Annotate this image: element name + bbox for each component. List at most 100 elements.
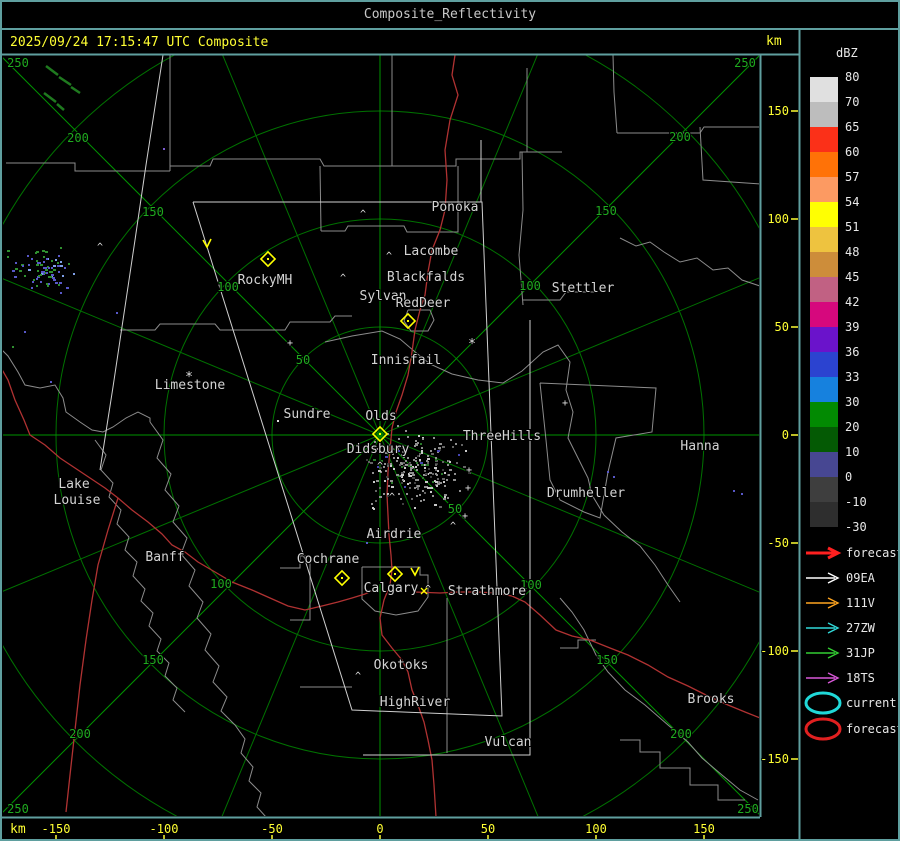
echo-dot [7, 250, 10, 252]
echo-dot [432, 473, 434, 475]
echo-dot [426, 464, 429, 466]
app-window: Composite_Reflectivity 2025/09/24 17:15:… [0, 0, 900, 841]
city-label: Okotoks [374, 658, 429, 673]
storm-check-marker [410, 566, 420, 577]
echo-dot [413, 459, 415, 461]
ring-distance-label: 100 [217, 280, 239, 294]
echo-dot [51, 260, 53, 262]
ring-distance-label: 150 [595, 204, 617, 218]
city-label: RedDeer [396, 296, 451, 311]
echo-dot [410, 467, 413, 469]
city-label: Vulcan [485, 735, 532, 750]
colorbar-swatch [810, 277, 838, 302]
colorbar-swatch [810, 502, 838, 527]
town-marker-caret: ^ [355, 671, 361, 682]
city-label: Banff [145, 550, 184, 565]
colorbar-swatch [810, 127, 838, 152]
ring-distance-label: 200 [669, 130, 691, 144]
radar-site-center-dot [341, 577, 343, 579]
colorbar-value-label: 48 [845, 245, 859, 259]
colorbar-swatch [810, 452, 838, 477]
echo-dot [51, 274, 54, 276]
echo-dot [428, 468, 430, 470]
echo-dot [43, 271, 45, 273]
echo-dot [15, 262, 17, 264]
echo-dot [409, 475, 412, 477]
echo-dot [449, 469, 452, 471]
echo-dot [420, 443, 422, 445]
echo-dot [401, 463, 403, 465]
echo-dot [405, 464, 408, 466]
town-marker-dot [277, 420, 279, 422]
town-marker-caret: ^ [360, 209, 366, 220]
echo-dot [458, 454, 460, 456]
echo-dot [366, 459, 368, 461]
echo-dot [444, 496, 446, 498]
radial-line [3, 434, 381, 592]
echo-dot [12, 346, 14, 348]
echo-dot [415, 440, 417, 442]
echo-dot [15, 268, 18, 270]
colorbar-swatch [810, 102, 838, 127]
echo-dot [36, 251, 38, 253]
right-axis-label: -150 [760, 752, 789, 766]
echo-dot [414, 445, 416, 447]
echo-dot [407, 436, 409, 438]
echo-dot [387, 465, 389, 467]
colorbar-swatch [810, 427, 838, 452]
echo-dot [366, 542, 368, 544]
radar-map[interactable]: 5010015020025010015020025010015020025050… [2, 2, 898, 839]
town-marker-caret: ^ [450, 521, 456, 532]
echo-dot [412, 477, 415, 479]
echo-dot [32, 281, 34, 283]
echo-dot [435, 457, 437, 459]
echo-dot [12, 270, 14, 272]
colorbar-swatch [810, 227, 838, 252]
echo-dot [373, 481, 375, 483]
colorbar-value-label: 80 [845, 70, 859, 84]
echo-dot [371, 503, 373, 505]
echo-dot [432, 495, 434, 497]
echo-dot [405, 460, 407, 462]
echo-dot [427, 458, 430, 460]
echo-dot [373, 459, 376, 461]
radar-site-center-dot [379, 433, 381, 435]
echo-dot [435, 459, 437, 461]
echo-dot [433, 437, 435, 439]
echo-dot [163, 148, 165, 150]
echo-dot [373, 508, 375, 510]
echo-dot [443, 498, 446, 500]
echo-dot [396, 460, 398, 462]
city-label: Innisfail [371, 353, 441, 368]
colorbar-swatch [810, 177, 838, 202]
echo-dot [415, 457, 417, 459]
colorbar-value-label: 42 [845, 295, 859, 309]
echo-dot [437, 470, 439, 472]
county-boundary [612, 55, 618, 134]
echo-dot [429, 472, 432, 474]
right-axis-label: -50 [767, 536, 789, 550]
echo-dot [379, 487, 381, 489]
echo-dot [376, 480, 379, 482]
echo-dot [379, 496, 382, 498]
echo-dot [437, 478, 439, 480]
ring-distance-label: 250 [734, 56, 756, 70]
echo-dot [28, 264, 30, 266]
colorbar-value-label: -10 [845, 495, 867, 509]
echo-dot [388, 485, 390, 487]
city-label: HighRiver [380, 695, 451, 710]
city-label: Calgary [364, 581, 419, 596]
legend-label: current [846, 696, 897, 710]
legend-ellipse [804, 691, 842, 715]
echo-dot [447, 464, 449, 466]
echo-dot [404, 486, 406, 488]
echo-dot [37, 262, 40, 264]
echo-dot [46, 272, 48, 274]
city-label: Stettler [552, 281, 615, 296]
echo-dot [439, 506, 442, 508]
echo-dot [390, 463, 392, 465]
radar-site-center-dot [267, 258, 269, 260]
echo-dot [441, 473, 443, 475]
echo-dot [73, 273, 75, 275]
echo-dot [59, 282, 62, 284]
